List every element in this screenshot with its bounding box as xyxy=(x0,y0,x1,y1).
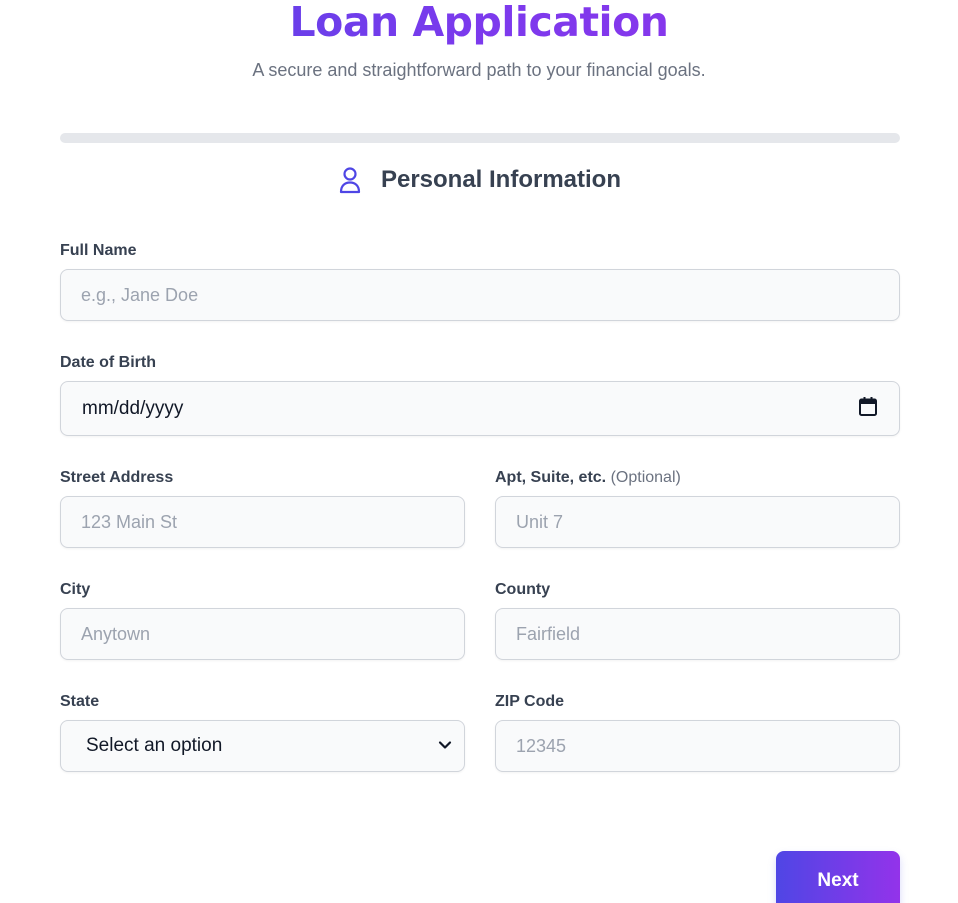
street-address-label: Street Address xyxy=(60,469,174,486)
city-label: City xyxy=(60,581,91,598)
street-address-input[interactable] xyxy=(60,496,465,548)
county-group: County xyxy=(495,579,900,660)
city-input[interactable] xyxy=(60,608,465,660)
apt-label: Apt, Suite, etc. (Optional) xyxy=(495,467,900,489)
state-select[interactable]: Select an option xyxy=(60,720,465,772)
section-title: Personal Information xyxy=(380,166,622,193)
state-selected-value: Select an option xyxy=(86,735,223,756)
apt-label-text: Apt, Suite, etc. xyxy=(495,469,607,486)
chevron-down-icon xyxy=(438,737,452,755)
date-of-birth-group: Date of Birth mm/dd/yyyy xyxy=(60,352,900,436)
optional-tag: (Optional) xyxy=(610,469,681,486)
page-title: Loan Application xyxy=(0,0,958,50)
state-label: State xyxy=(60,693,100,710)
next-button[interactable]: Next xyxy=(776,851,900,903)
county-input[interactable] xyxy=(495,608,900,660)
section-heading: Personal Information xyxy=(0,164,958,196)
page-subtitle: A secure and straightforward path to you… xyxy=(252,60,706,80)
zip-group: ZIP Code xyxy=(495,691,900,772)
apt-group: Apt, Suite, etc. (Optional) xyxy=(495,467,900,548)
user-icon xyxy=(337,165,363,195)
date-of-birth-label: Date of Birth xyxy=(60,354,156,371)
state-group: State Select an option xyxy=(60,691,465,772)
progress-bar xyxy=(60,133,900,143)
loan-application-page: Loan Application A secure and straightfo… xyxy=(0,0,958,903)
date-of-birth-input[interactable]: mm/dd/yyyy xyxy=(60,381,900,436)
full-name-input[interactable] xyxy=(60,269,900,321)
street-address-group: Street Address xyxy=(60,467,465,548)
city-group: City xyxy=(60,579,465,660)
date-of-birth-value: mm/dd/yyyy xyxy=(82,397,184,419)
calendar-icon[interactable] xyxy=(859,396,877,421)
zip-input[interactable] xyxy=(495,720,900,772)
county-label: County xyxy=(495,581,551,598)
apt-input[interactable] xyxy=(495,496,900,548)
full-name-label: Full Name xyxy=(60,242,137,259)
zip-label: ZIP Code xyxy=(495,693,565,710)
full-name-group: Full Name xyxy=(60,240,900,321)
